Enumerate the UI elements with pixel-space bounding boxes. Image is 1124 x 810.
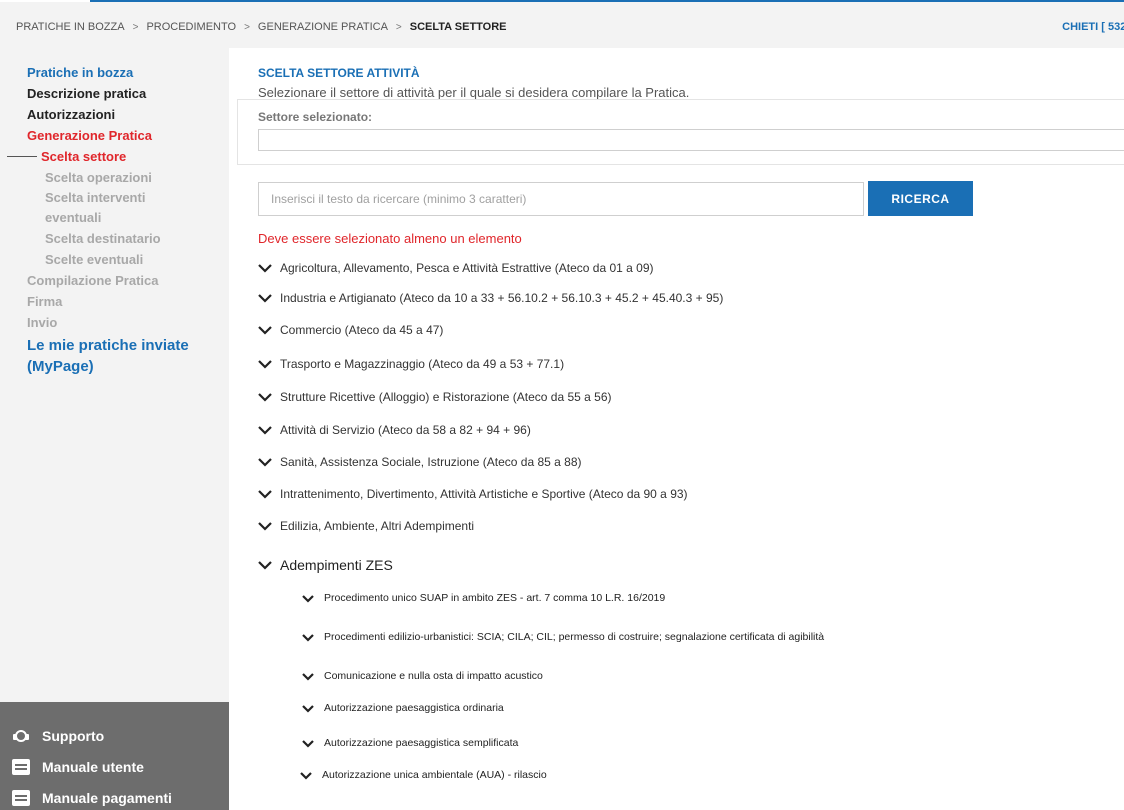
- sidebar-item-invio: Invio: [27, 315, 58, 330]
- section-title: SCELTA SETTORE ATTIVITÀ: [258, 66, 420, 80]
- zes-sub-label: Procedimenti edilizio-urbanistici: SCIA;…: [324, 631, 825, 643]
- zes-title: Adempimenti ZES: [280, 557, 393, 573]
- zes-sub-item[interactable]: Procedimento unico SUAP in ambito ZES - …: [302, 592, 665, 604]
- chevron-down-icon: [302, 704, 314, 713]
- chevron-down-icon: [258, 458, 272, 467]
- sector-label: Industria e Artigianato (Ateco da 10 a 3…: [280, 291, 724, 305]
- breadcrumb-separator: >: [395, 21, 402, 33]
- sector-label: Sanità, Assistenza Sociale, Istruzione (…: [280, 455, 582, 469]
- sidebar: Pratiche in bozza Descrizione pratica Au…: [0, 48, 229, 810]
- sidebar-item-compilazione: Compilazione Pratica: [27, 273, 159, 288]
- chevron-down-icon: [302, 672, 314, 681]
- sector-label: Strutture Ricettive (Alloggio) e Ristora…: [280, 390, 612, 404]
- sidebar-item-scelta-operazioni: Scelta operazioni: [45, 170, 152, 185]
- chevron-down-icon: [258, 490, 272, 499]
- breadcrumb-current: SCELTA SETTORE: [409, 21, 507, 33]
- sidebar-item-pratiche-bozza[interactable]: Pratiche in bozza: [27, 62, 222, 83]
- chevron-down-icon: [302, 594, 314, 603]
- selected-sector-label: Settore selezionato:: [258, 110, 373, 124]
- search-input[interactable]: [258, 182, 864, 216]
- breadcrumb-separator: >: [244, 21, 250, 33]
- sidebar-item-scelte-eventuali: Scelte eventuali: [45, 252, 144, 267]
- sector-accordion-item[interactable]: Trasporto e Magazzinaggio (Ateco da 49 a…: [258, 357, 564, 371]
- sidebar-item-scelta-interventi: Scelta interventi eventuali: [45, 190, 146, 225]
- zes-accordion-item[interactable]: Adempimenti ZES: [258, 557, 393, 573]
- sector-label: Commercio (Ateco da 45 a 47): [280, 323, 444, 337]
- sector-label: Agricoltura, Allevamento, Pesca e Attivi…: [280, 261, 654, 275]
- breadcrumb: PRATICHE IN BOZZA > PROCEDIMENTO > GENER…: [16, 21, 507, 33]
- sector-accordion-item[interactable]: Attività di Servizio (Ateco da 58 a 82 +…: [258, 423, 531, 437]
- search-button[interactable]: RICERCA: [868, 181, 973, 216]
- section-description: Selezionare il settore di attività per i…: [258, 85, 690, 100]
- sector-label: Intrattenimento, Divertimento, Attività …: [280, 487, 688, 501]
- chevron-down-icon: [258, 561, 272, 570]
- sidebar-item-mie-pratiche[interactable]: Le mie pratiche inviate (MyPage): [27, 335, 202, 377]
- sidebar-item-autorizzazioni[interactable]: Autorizzazioni: [27, 104, 222, 125]
- sidebar-item-generazione[interactable]: Generazione Pratica: [27, 125, 222, 146]
- zes-sub-item[interactable]: Autorizzazione paesaggistica semplificat…: [302, 737, 518, 749]
- manuale-utente-label: Manuale utente: [42, 759, 144, 775]
- breadcrumb-separator: >: [132, 21, 139, 33]
- breadcrumb-pratiche-bozza[interactable]: PRATICHE IN BOZZA: [16, 21, 125, 33]
- chevron-down-icon: [258, 326, 272, 335]
- chevron-down-icon: [258, 393, 272, 402]
- zes-sub-item[interactable]: Comunicazione e nulla osta di impatto ac…: [302, 670, 543, 682]
- manuale-pagamenti-label: Manuale pagamenti: [42, 790, 172, 806]
- zes-sub-item[interactable]: Procedimenti edilizio-urbanistici: SCIA;…: [302, 631, 824, 643]
- sidebar-item-firma: Firma: [27, 294, 63, 309]
- error-message: Deve essere selezionato almeno un elemen…: [258, 231, 522, 246]
- chevron-down-icon: [302, 739, 314, 748]
- zes-sub-label: Autorizzazione unica ambientale (AUA) - …: [322, 769, 547, 781]
- document-icon: [12, 790, 30, 806]
- manuale-utente-link[interactable]: Manuale utente: [12, 759, 144, 775]
- sector-label: Attività di Servizio (Ateco da 58 a 82 +…: [280, 423, 531, 437]
- sector-label: Trasporto e Magazzinaggio (Ateco da 49 a…: [280, 357, 565, 371]
- zes-sub-item[interactable]: Autorizzazione unica ambientale (AUA) - …: [300, 769, 547, 781]
- chevron-down-icon: [258, 264, 272, 273]
- zes-sub-label: Procedimento unico SUAP in ambito ZES - …: [324, 592, 666, 604]
- sidebar-item-descrizione[interactable]: Descrizione pratica: [27, 83, 222, 104]
- manuale-pagamenti-link[interactable]: Manuale pagamenti: [12, 790, 172, 806]
- breadcrumb-procedimento[interactable]: PROCEDIMENTO: [146, 21, 236, 33]
- breadcrumb-generazione-pratica[interactable]: GENERAZIONE PRATICA: [258, 21, 388, 33]
- sidebar-item-scelta-settore[interactable]: Scelta settore: [7, 146, 222, 167]
- top-bar: PRATICHE IN BOZZA > PROCEDIMENTO > GENER…: [0, 2, 1124, 48]
- sidebar-nav: Pratiche in bozza Descrizione pratica Au…: [7, 62, 222, 377]
- selected-sector-field: [258, 129, 1124, 151]
- chevron-down-icon: [258, 522, 272, 531]
- sector-accordion-item[interactable]: Strutture Ricettive (Alloggio) e Ristora…: [258, 390, 612, 404]
- document-icon: [12, 759, 30, 775]
- sector-accordion-item[interactable]: Sanità, Assistenza Sociale, Istruzione (…: [258, 455, 582, 469]
- support-link[interactable]: Supporto: [12, 728, 104, 744]
- chevron-down-icon: [302, 633, 314, 642]
- support-icon: [12, 728, 30, 744]
- chevron-down-icon: [258, 294, 272, 303]
- zes-sub-item[interactable]: Autorizzazione paesaggistica ordinaria: [302, 702, 504, 714]
- sector-accordion-item[interactable]: Edilizia, Ambiente, Altri Adempimenti: [258, 519, 474, 533]
- support-label: Supporto: [42, 728, 105, 744]
- sector-accordion-item[interactable]: Commercio (Ateco da 45 a 47): [258, 323, 443, 337]
- support-panel: Supporto Manuale utente Manuale pagament…: [0, 702, 229, 810]
- chevron-down-icon: [300, 771, 312, 780]
- chevron-down-icon: [258, 426, 272, 435]
- zes-sub-label: Comunicazione e nulla osta di impatto ac…: [324, 670, 543, 682]
- zes-sub-label: Autorizzazione paesaggistica ordinaria: [324, 702, 504, 714]
- sidebar-item-scelta-destinatario: Scelta destinatario: [45, 231, 161, 246]
- sector-accordion-item[interactable]: Intrattenimento, Divertimento, Attività …: [258, 487, 688, 501]
- sector-label: Edilizia, Ambiente, Altri Adempimenti: [280, 519, 475, 533]
- sector-accordion-item[interactable]: Industria e Artigianato (Ateco da 10 a 3…: [258, 291, 723, 305]
- sector-accordion-item[interactable]: Agricoltura, Allevamento, Pesca e Attivi…: [258, 261, 654, 275]
- zes-sub-label: Autorizzazione paesaggistica semplificat…: [324, 737, 519, 749]
- region-label[interactable]: CHIETI [ 532]: [1062, 21, 1124, 33]
- chevron-down-icon: [258, 360, 272, 369]
